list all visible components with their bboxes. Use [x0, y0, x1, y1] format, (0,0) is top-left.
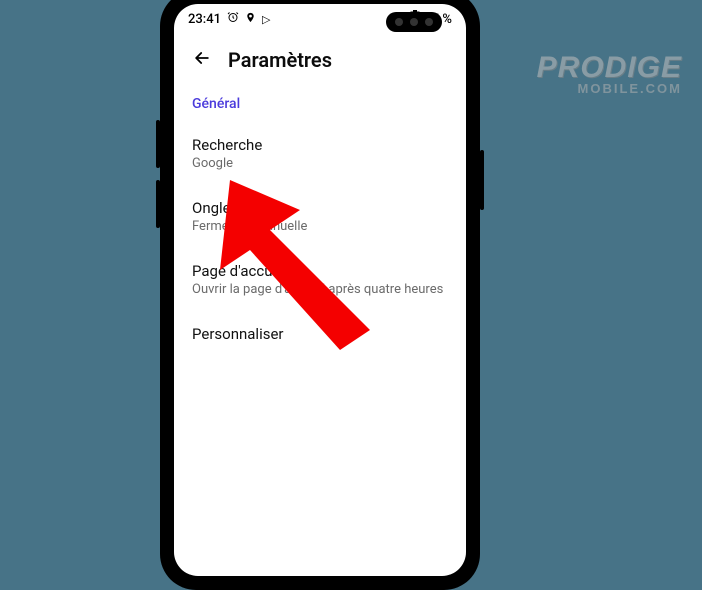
settings-item-customize[interactable]: Personnaliser	[174, 311, 466, 359]
item-sub: Ouvrir la page d'accueil après quatre he…	[192, 282, 448, 297]
item-label: Personnaliser	[192, 325, 448, 343]
back-icon[interactable]	[192, 48, 212, 72]
clock: 23:41	[188, 12, 221, 27]
volume-up-button	[156, 120, 160, 168]
location-icon	[245, 12, 256, 27]
watermark: PRODIGE MOBILE.COM	[537, 54, 682, 96]
screen: 23:41 ▷ ◢ 75 % Paramètres	[174, 4, 466, 576]
app-header: Paramètres	[174, 34, 466, 82]
watermark-line1: PRODIGE	[537, 54, 682, 81]
item-label: Onglets	[192, 199, 448, 217]
settings-item-home[interactable]: Page d'accueil Ouvrir la page d'accueil …	[174, 248, 466, 311]
play-store-icon: ▷	[262, 13, 270, 26]
power-button	[480, 150, 484, 210]
item-sub: Fermeture manuelle	[192, 219, 448, 234]
camera-cutout	[386, 12, 442, 32]
volume-down-button	[156, 180, 160, 228]
item-sub: Google	[192, 156, 448, 171]
settings-item-tabs[interactable]: Onglets Fermeture manuelle	[174, 185, 466, 248]
section-general: Général	[174, 82, 466, 122]
settings-item-search[interactable]: Recherche Google	[174, 122, 466, 185]
phone-frame: 23:41 ▷ ◢ 75 % Paramètres	[160, 0, 480, 590]
page-title: Paramètres	[228, 48, 332, 72]
item-label: Recherche	[192, 136, 448, 154]
item-label: Page d'accueil	[192, 262, 448, 280]
alarm-icon	[227, 11, 239, 27]
